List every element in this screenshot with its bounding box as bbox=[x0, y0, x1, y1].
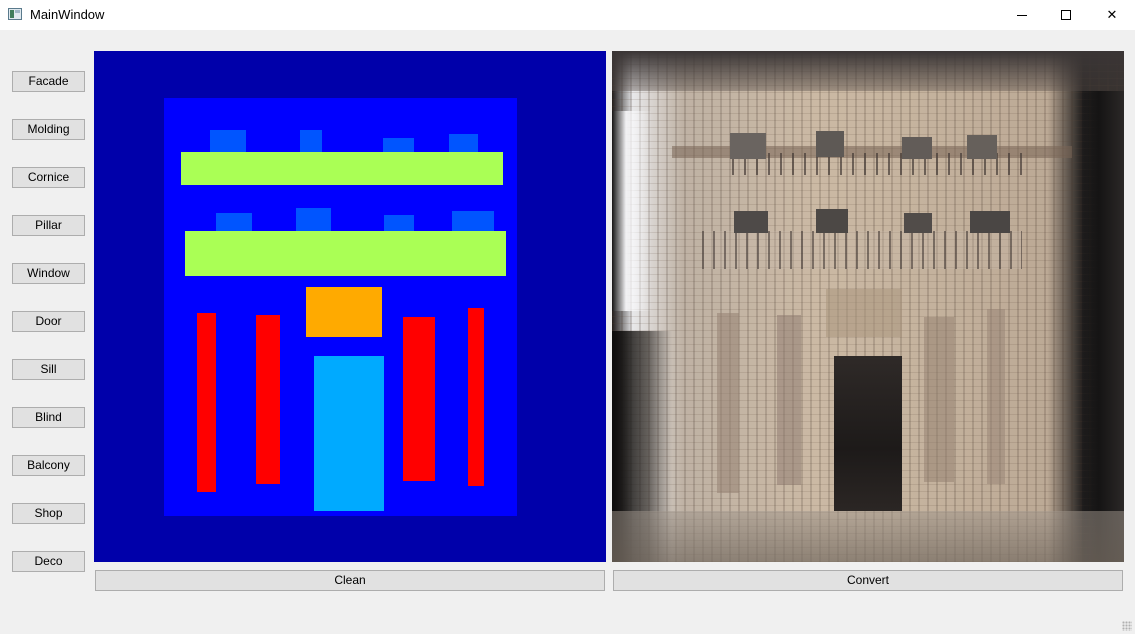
window-shape bbox=[970, 211, 1010, 233]
pillar-region bbox=[256, 315, 280, 484]
minimize-icon bbox=[1017, 14, 1027, 16]
window-shape bbox=[902, 137, 932, 159]
title-bar: MainWindow ✕ bbox=[0, 0, 1135, 30]
close-icon: ✕ bbox=[1106, 7, 1118, 23]
pillar-shape bbox=[924, 317, 954, 482]
resize-grip-icon[interactable] bbox=[1122, 621, 1132, 631]
window-region bbox=[296, 208, 331, 232]
convert-button[interactable]: Convert bbox=[613, 570, 1123, 591]
door-button[interactable]: Door bbox=[12, 311, 85, 332]
generated-facade-image bbox=[612, 51, 1124, 562]
window-shape bbox=[734, 211, 768, 233]
door-shape bbox=[834, 356, 902, 511]
sill-region bbox=[181, 152, 503, 185]
app-icon bbox=[8, 8, 22, 20]
minimize-button[interactable] bbox=[999, 0, 1045, 30]
deco-region bbox=[306, 287, 382, 337]
ground-shape bbox=[612, 511, 1124, 562]
window-region bbox=[300, 130, 322, 153]
pillar-region bbox=[197, 313, 216, 492]
sill-button[interactable]: Sill bbox=[12, 359, 85, 380]
pillar-region bbox=[403, 317, 435, 481]
window-region bbox=[383, 138, 414, 153]
window-shape bbox=[730, 133, 766, 159]
molding-button[interactable]: Molding bbox=[12, 119, 85, 140]
cornice-button[interactable]: Cornice bbox=[12, 167, 85, 188]
left-edge bbox=[612, 111, 652, 311]
maximize-icon bbox=[1061, 10, 1071, 20]
window-shape bbox=[816, 209, 848, 233]
blind-button[interactable]: Blind bbox=[12, 407, 85, 428]
window-region bbox=[216, 213, 252, 232]
pillar-shape bbox=[987, 309, 1005, 484]
window-shape bbox=[816, 131, 844, 157]
balcony-rail bbox=[702, 231, 1022, 269]
window-button[interactable]: Window bbox=[12, 263, 85, 284]
right-edge bbox=[1082, 91, 1124, 562]
window-region bbox=[452, 211, 494, 232]
pillar-region bbox=[468, 308, 484, 486]
balcony-button[interactable]: Balcony bbox=[12, 455, 85, 476]
sill-region bbox=[185, 231, 506, 276]
shop-button[interactable]: Shop bbox=[12, 503, 85, 524]
window-region bbox=[210, 130, 246, 153]
window-region bbox=[449, 134, 478, 153]
maximize-button[interactable] bbox=[1043, 0, 1089, 30]
label-drawing-canvas[interactable] bbox=[94, 51, 606, 562]
pillar-button[interactable]: Pillar bbox=[12, 215, 85, 236]
door-region bbox=[314, 356, 384, 511]
facade-button[interactable]: Facade bbox=[12, 71, 85, 92]
deco-button[interactable]: Deco bbox=[12, 551, 85, 572]
deco-shape bbox=[826, 289, 902, 337]
sky-shadow bbox=[612, 51, 1124, 91]
pillar-shape bbox=[777, 315, 801, 485]
window-region bbox=[384, 215, 414, 232]
clean-button[interactable]: Clean bbox=[95, 570, 605, 591]
window-shape bbox=[967, 135, 997, 159]
window-shape bbox=[904, 213, 932, 233]
window-title: MainWindow bbox=[30, 7, 105, 22]
pillar-shape bbox=[717, 313, 739, 493]
close-button[interactable]: ✕ bbox=[1089, 0, 1135, 30]
